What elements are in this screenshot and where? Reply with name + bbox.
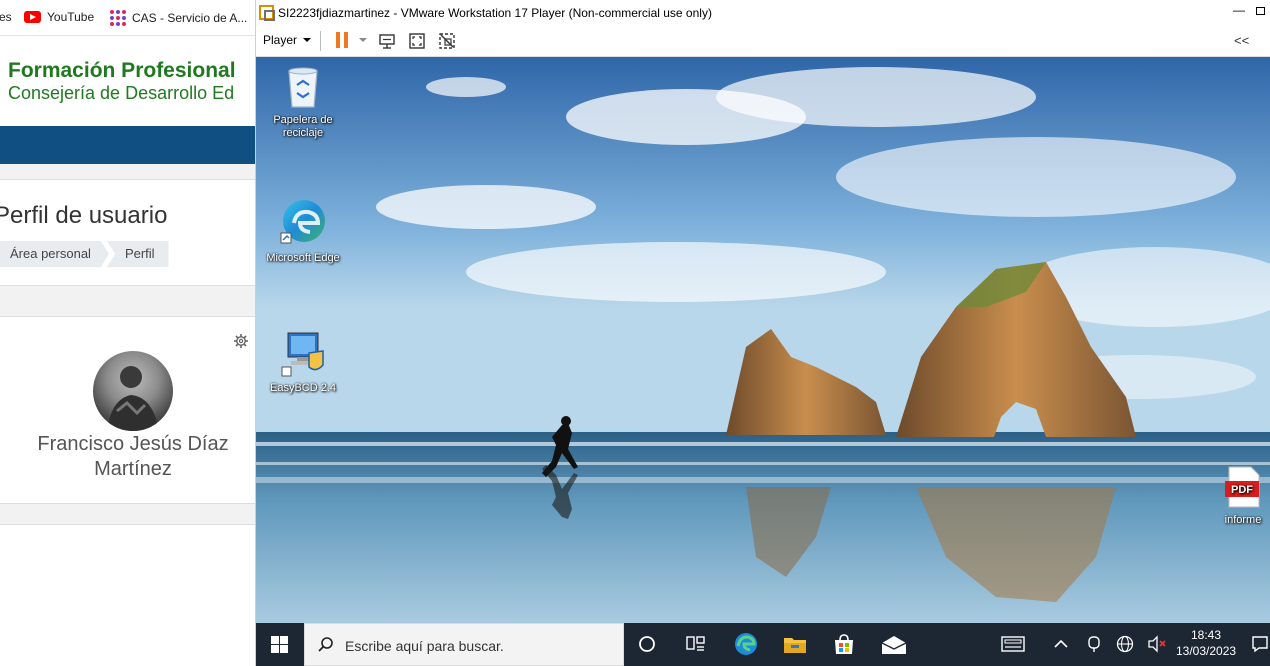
taskbar-search-box[interactable]: Escribe aquí para buscar. [304, 623, 624, 666]
unity-icon[interactable] [438, 32, 456, 50]
chevron-up-icon[interactable] [1053, 636, 1069, 652]
clock-time: 18:43 [1190, 628, 1222, 642]
notifications-icon[interactable] [1251, 635, 1269, 653]
bookmark-label: YouTube [47, 10, 95, 24]
volume-muted-icon[interactable] [1147, 635, 1167, 653]
recycle-bin-icon [288, 67, 318, 108]
bookmark-label: es [0, 10, 12, 24]
guest-taskbar: Escribe aquí para buscar. 18:43 13/03/20… [256, 623, 1270, 666]
user-fullname: Francisco Jesús Díaz Martínez [37, 433, 229, 480]
network-icon[interactable] [1116, 635, 1134, 653]
desktop-icon-label: Papelera de reciclaje [273, 114, 333, 139]
bookmark-label: CAS - Servicio de A... [132, 11, 248, 25]
store-icon[interactable] [833, 633, 855, 655]
desktop-icon-label: informe [1224, 514, 1262, 526]
bookmark-cas[interactable]: CAS - Servicio de A... [110, 10, 247, 26]
pdf-badge: PDF [1231, 484, 1253, 496]
maximize-button[interactable] [1256, 7, 1265, 15]
desktop-icon-informe[interactable]: PDF informe [1198, 465, 1270, 527]
cas-icon [110, 10, 126, 26]
wallpaper-scene [256, 57, 1270, 623]
desktop-icon-recycle-bin[interactable]: Papelera de reciclaje [257, 65, 349, 140]
page-title: Perfil de usuario [0, 202, 168, 229]
vmware-toolbar: Player << [256, 25, 1270, 57]
cortana-icon[interactable] [638, 635, 656, 653]
mail-icon[interactable] [881, 635, 907, 655]
pdf-file-icon: PDF [1225, 466, 1260, 508]
desktop-icon-edge[interactable]: Microsoft Edge [257, 197, 349, 265]
gear-icon[interactable] [233, 333, 249, 349]
player-menu-label: Player [263, 33, 298, 47]
chevron-down-icon [303, 38, 312, 42]
breadcrumb-area-personal[interactable]: Área personal [0, 241, 109, 267]
taskbar-clock[interactable]: 18:43 13/03/2023 [1176, 627, 1236, 659]
task-view-icon[interactable] [686, 635, 706, 653]
toolbar-divider [320, 31, 321, 51]
site-subtitle: Consejería de Desarrollo Ed [8, 83, 235, 103]
easybcd-icon [281, 332, 324, 377]
desktop-icon-label: EasyBCD 2.4 [269, 382, 337, 394]
page-lower-area [0, 524, 255, 666]
collapse-toolbar-button[interactable]: << [1234, 33, 1249, 48]
bookmark-youtube[interactable]: YouTube [24, 10, 94, 24]
file-explorer-icon[interactable] [783, 634, 807, 654]
page-header-card: Perfil de usuario Área personal Perfil [0, 179, 255, 286]
vmware-app-icon [259, 5, 275, 21]
player-menu[interactable]: Player [263, 33, 312, 47]
minimize-button[interactable]: — [1231, 3, 1247, 19]
clock-date: 13/03/2023 [1176, 644, 1237, 658]
window-title: SI2223fjdiazmartinez - VMware Workstatio… [278, 6, 712, 20]
profile-card: Francisco Jesús Díaz Martínez [0, 316, 255, 504]
search-placeholder: Escribe aquí para buscar. [345, 638, 504, 654]
site-navbar [0, 126, 255, 164]
avatar[interactable] [93, 351, 173, 431]
site-header: Formación Profesional Consejería de Desa… [0, 36, 255, 126]
keyboard-icon[interactable] [1001, 635, 1025, 653]
meet-now-icon[interactable] [1086, 635, 1102, 653]
bookmark-cut-off[interactable]: es [0, 10, 12, 24]
vmware-window: SI2223fjdiazmartinez - VMware Workstatio… [255, 0, 1270, 666]
fullscreen-icon[interactable] [408, 32, 426, 50]
search-icon [318, 637, 333, 652]
pause-icon[interactable] [336, 32, 348, 48]
edge-icon [280, 200, 325, 244]
breadcrumb: Área personal Perfil [0, 241, 169, 267]
edge-icon[interactable] [733, 631, 759, 657]
windows-start-icon[interactable] [271, 636, 288, 653]
bookmarks-bar: es YouTube CAS - Servicio de A... [0, 0, 255, 36]
chevron-down-icon[interactable] [359, 38, 367, 42]
desktop-icon-label: Microsoft Edge [266, 252, 340, 264]
send-ctrl-alt-del-icon[interactable] [378, 32, 396, 50]
breadcrumb-perfil[interactable]: Perfil [106, 241, 169, 267]
youtube-icon [24, 11, 41, 23]
desktop-icon-easybcd[interactable]: EasyBCD 2.4 [257, 329, 349, 395]
site-title[interactable]: Formación Profesional [8, 59, 236, 83]
window-titlebar[interactable]: SI2223fjdiazmartinez - VMware Workstatio… [256, 0, 1270, 25]
guest-desktop[interactable]: Papelera de reciclaje Microsoft Edge Eas… [256, 57, 1270, 623]
browser-page: es YouTube CAS - Servicio de A... Formac… [0, 0, 255, 666]
